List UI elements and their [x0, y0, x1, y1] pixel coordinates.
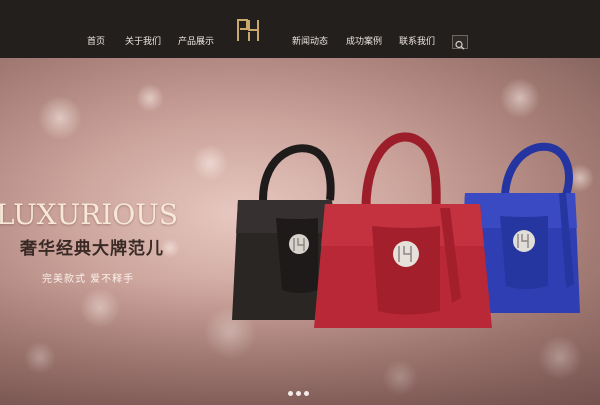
handbags-product-image [232, 132, 580, 328]
nav-item-cases[interactable]: 成功案例 [346, 34, 382, 47]
top-navigation-bar: 首页 关于我们 产品展示 新闻动态 成功案例 联系我们 [0, 0, 600, 58]
nav-item-contact[interactable]: 联系我们 [399, 34, 435, 47]
hero-subheadline: 奢华经典大牌范儿 [20, 239, 164, 259]
nav-item-home[interactable]: 首页 [87, 34, 105, 47]
nav-item-news[interactable]: 新闻动态 [292, 34, 328, 47]
red-handbag [314, 132, 492, 328]
carousel-dot[interactable] [304, 391, 309, 396]
hero-banner[interactable]: LUXURIOUS 奢华经典大牌范儿 完美款式 爱不释手 [0, 58, 600, 405]
hero-tagline: 完美款式 爱不释手 [42, 274, 135, 285]
brand-logo-icon[interactable] [236, 17, 260, 43]
nav-item-about[interactable]: 关于我们 [125, 34, 161, 47]
hero-headline: LUXURIOUS [0, 198, 179, 231]
carousel-dot[interactable] [288, 391, 293, 396]
carousel-dot[interactable] [296, 391, 301, 396]
search-icon [455, 40, 465, 50]
search-button[interactable] [452, 35, 468, 50]
nav-item-products[interactable]: 产品展示 [178, 34, 214, 47]
